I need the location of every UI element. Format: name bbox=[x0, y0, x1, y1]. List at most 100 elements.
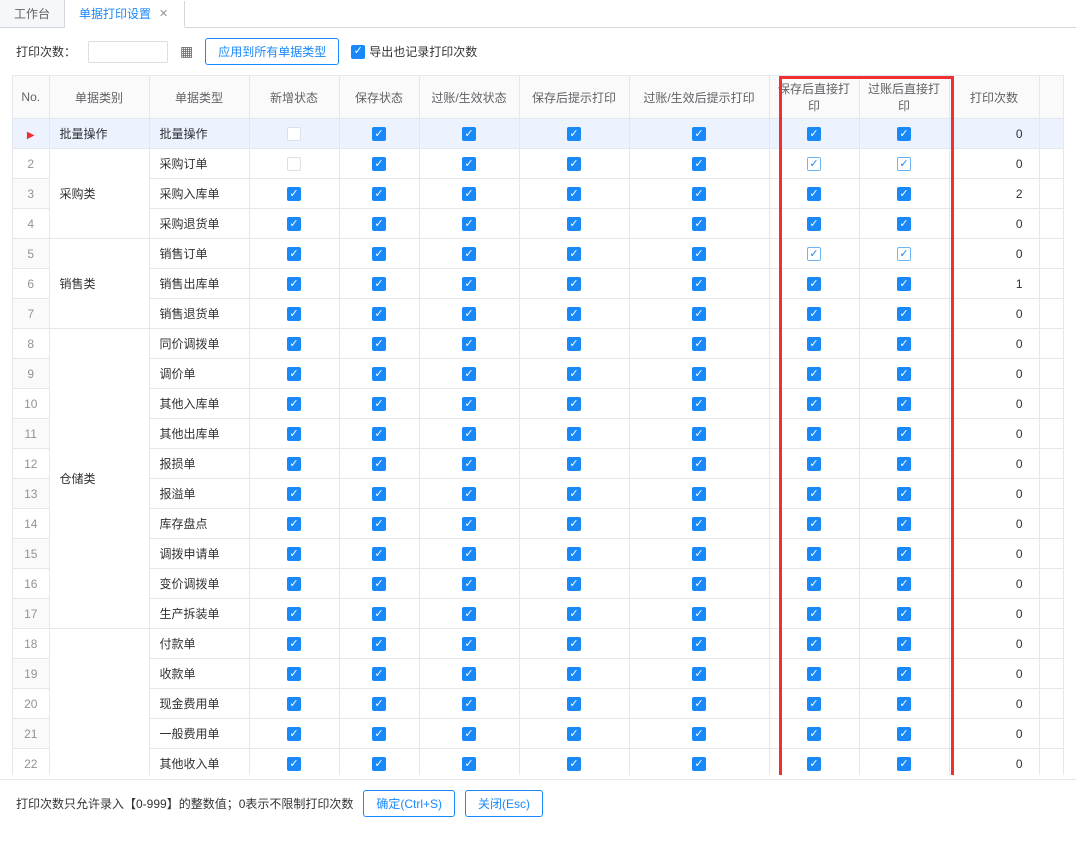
checkbox[interactable]: ✓ bbox=[462, 667, 476, 681]
checkbox[interactable]: ✓ bbox=[692, 757, 706, 771]
tab-workbench[interactable]: 工作台 bbox=[0, 0, 65, 27]
checkbox[interactable]: ✓ bbox=[807, 127, 821, 141]
checkbox[interactable]: ✓ bbox=[897, 517, 911, 531]
tab-settings[interactable]: 单据打印设置 ✕ bbox=[65, 1, 185, 28]
checkbox[interactable]: ✓ bbox=[692, 277, 706, 291]
checkbox[interactable]: ✓ bbox=[692, 517, 706, 531]
checkbox[interactable]: ✓ bbox=[807, 667, 821, 681]
checkbox[interactable]: ✓ bbox=[567, 727, 581, 741]
checkbox[interactable]: ✓ bbox=[807, 607, 821, 621]
checkbox[interactable]: ✓ bbox=[567, 637, 581, 651]
checkbox[interactable]: ✓ bbox=[807, 247, 821, 261]
checkbox[interactable]: ✓ bbox=[692, 397, 706, 411]
checkbox[interactable]: ✓ bbox=[807, 427, 821, 441]
checkbox[interactable]: ✓ bbox=[372, 547, 386, 561]
checkbox[interactable]: ✓ bbox=[692, 637, 706, 651]
checkbox[interactable]: ✓ bbox=[807, 367, 821, 381]
checkbox[interactable]: ✓ bbox=[807, 487, 821, 501]
print-count-input[interactable] bbox=[88, 41, 168, 63]
checkbox[interactable]: ✓ bbox=[692, 457, 706, 471]
checkbox[interactable]: ✓ bbox=[807, 277, 821, 291]
export-record-checkbox[interactable]: ✓ 导出也记录打印次数 bbox=[351, 43, 477, 60]
checkbox[interactable]: ✓ bbox=[462, 187, 476, 201]
checkbox[interactable]: ✓ bbox=[372, 607, 386, 621]
checkbox[interactable]: ✓ bbox=[807, 187, 821, 201]
checkbox[interactable]: ✓ bbox=[692, 697, 706, 711]
checkbox[interactable]: ✓ bbox=[372, 667, 386, 681]
checkbox[interactable]: ✓ bbox=[567, 457, 581, 471]
checkbox[interactable]: ✓ bbox=[287, 427, 301, 441]
checkbox[interactable]: ✓ bbox=[897, 427, 911, 441]
close-button[interactable]: 关闭(Esc) bbox=[465, 790, 543, 817]
checkbox[interactable]: ✓ bbox=[462, 517, 476, 531]
checkbox[interactable]: ✓ bbox=[462, 547, 476, 561]
checkbox[interactable]: ✓ bbox=[462, 637, 476, 651]
checkbox[interactable]: ✓ bbox=[287, 397, 301, 411]
checkbox[interactable]: ✓ bbox=[372, 517, 386, 531]
checkbox[interactable]: ✓ bbox=[807, 217, 821, 231]
checkbox[interactable]: ✓ bbox=[567, 157, 581, 171]
checkbox[interactable]: ✓ bbox=[807, 547, 821, 561]
checkbox[interactable]: ✓ bbox=[692, 727, 706, 741]
checkbox[interactable]: ✓ bbox=[897, 127, 911, 141]
checkbox[interactable]: ✓ bbox=[462, 277, 476, 291]
checkbox[interactable]: ✓ bbox=[372, 427, 386, 441]
checkbox[interactable]: ✓ bbox=[567, 217, 581, 231]
checkbox[interactable]: ✓ bbox=[372, 127, 386, 141]
checkbox[interactable]: ✓ bbox=[692, 247, 706, 261]
checkbox[interactable]: ✓ bbox=[897, 487, 911, 501]
checkbox[interactable]: ✓ bbox=[567, 487, 581, 501]
checkbox[interactable]: ✓ bbox=[372, 217, 386, 231]
checkbox[interactable]: ✓ bbox=[287, 457, 301, 471]
checkbox[interactable]: ✓ bbox=[567, 697, 581, 711]
checkbox[interactable]: ✓ bbox=[567, 577, 581, 591]
checkbox[interactable]: ✓ bbox=[897, 457, 911, 471]
checkbox[interactable]: ✓ bbox=[897, 637, 911, 651]
checkbox[interactable]: ✓ bbox=[287, 187, 301, 201]
checkbox[interactable]: ✓ bbox=[372, 397, 386, 411]
checkbox[interactable]: ✓ bbox=[462, 457, 476, 471]
checkbox[interactable]: ✓ bbox=[567, 757, 581, 771]
checkbox[interactable]: ✓ bbox=[897, 727, 911, 741]
checkbox[interactable]: ✓ bbox=[692, 367, 706, 381]
checkbox[interactable]: ✓ bbox=[897, 367, 911, 381]
checkbox[interactable]: ✓ bbox=[287, 757, 301, 771]
checkbox[interactable]: ✓ bbox=[692, 127, 706, 141]
confirm-button[interactable]: 确定(Ctrl+S) bbox=[363, 790, 455, 817]
checkbox[interactable]: ✓ bbox=[567, 397, 581, 411]
checkbox[interactable]: ✓ bbox=[567, 277, 581, 291]
checkbox[interactable]: ✓ bbox=[287, 277, 301, 291]
checkbox[interactable]: ✓ bbox=[372, 577, 386, 591]
checkbox[interactable]: ✓ bbox=[462, 337, 476, 351]
checkbox[interactable]: ✓ bbox=[692, 667, 706, 681]
checkbox[interactable]: ✓ bbox=[692, 337, 706, 351]
checkbox[interactable]: ✓ bbox=[462, 157, 476, 171]
checkbox[interactable]: ✓ bbox=[807, 397, 821, 411]
calculator-icon[interactable]: ▦ bbox=[180, 43, 193, 60]
checkbox[interactable]: ✓ bbox=[897, 547, 911, 561]
checkbox[interactable]: ✓ bbox=[462, 247, 476, 261]
checkbox[interactable]: ✓ bbox=[287, 367, 301, 381]
checkbox[interactable]: ✓ bbox=[287, 547, 301, 561]
checkbox[interactable]: ✓ bbox=[897, 337, 911, 351]
checkbox[interactable]: ✓ bbox=[567, 247, 581, 261]
checkbox[interactable]: ✓ bbox=[807, 637, 821, 651]
checkbox[interactable]: ✓ bbox=[372, 637, 386, 651]
checkbox[interactable]: ✓ bbox=[287, 157, 301, 171]
checkbox[interactable]: ✓ bbox=[287, 307, 301, 321]
checkbox[interactable]: ✓ bbox=[462, 367, 476, 381]
checkbox[interactable]: ✓ bbox=[692, 217, 706, 231]
checkbox[interactable]: ✓ bbox=[692, 157, 706, 171]
checkbox[interactable]: ✓ bbox=[692, 607, 706, 621]
checkbox[interactable]: ✓ bbox=[807, 727, 821, 741]
checkbox[interactable]: ✓ bbox=[807, 157, 821, 171]
checkbox[interactable]: ✓ bbox=[287, 247, 301, 261]
checkbox[interactable]: ✓ bbox=[372, 277, 386, 291]
checkbox[interactable]: ✓ bbox=[807, 517, 821, 531]
apply-all-button[interactable]: 应用到所有单据类型 bbox=[205, 38, 339, 65]
checkbox[interactable]: ✓ bbox=[897, 247, 911, 261]
checkbox[interactable]: ✓ bbox=[462, 757, 476, 771]
checkbox[interactable]: ✓ bbox=[567, 517, 581, 531]
checkbox[interactable]: ✓ bbox=[807, 457, 821, 471]
checkbox[interactable]: ✓ bbox=[372, 727, 386, 741]
